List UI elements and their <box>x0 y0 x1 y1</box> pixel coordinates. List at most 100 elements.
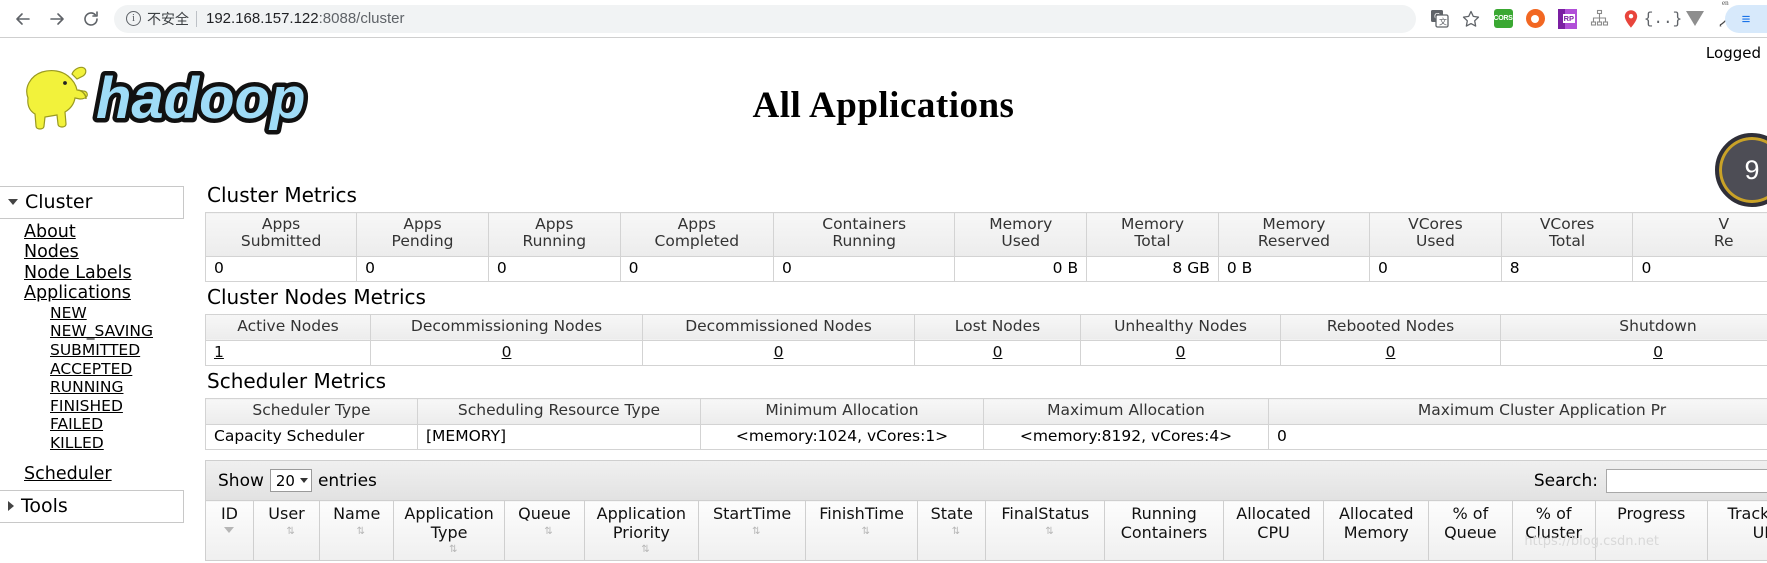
col-containers-running: Containers Running <box>772 212 956 257</box>
col-l1: VCores <box>1408 215 1463 233</box>
col-memory-total: Memory Total <box>1086 212 1219 257</box>
col-l2: Pending <box>391 232 454 251</box>
col-l1: Apps <box>677 215 716 233</box>
location-pin-extension-icon[interactable] <box>1616 4 1646 34</box>
sidebar-item-accepted[interactable]: ACCEPTED <box>50 360 184 379</box>
bookmark-star-icon[interactable] <box>1456 4 1486 34</box>
rp-extension-icon[interactable]: RP <box>1552 4 1582 34</box>
col-application-priority[interactable]: Application Priority ⇅ <box>583 500 699 562</box>
col-l2: Submitted <box>240 232 322 251</box>
v-extension-icon[interactable] <box>1680 4 1710 34</box>
scheduler-metrics-data-row: Capacity Scheduler [MEMORY] <memory:1024… <box>205 424 1767 451</box>
sidebar-item-new-saving[interactable]: NEW_SAVING <box>50 322 184 341</box>
val-apps-running: 0 <box>487 255 621 282</box>
sidebar-item-new[interactable]: NEW <box>50 304 184 323</box>
col-scheduler-type: Scheduler Type <box>205 398 418 426</box>
col-scheduling-resource-type: Scheduling Resource Type <box>417 398 701 426</box>
sidebar-item-killed[interactable]: KILLED <box>50 434 184 453</box>
cluster-metrics-table-wrap: Apps Submitted Apps Pending Apps Running Ap… <box>205 212 1767 282</box>
search-input[interactable] <box>1606 468 1767 493</box>
link-active-nodes[interactable]: 1 <box>214 343 224 361</box>
col-queue[interactable]: Queue ⇅ <box>503 500 585 562</box>
col-l1: V <box>1718 215 1730 233</box>
link-unhealthy-nodes[interactable]: 0 <box>1176 343 1186 361</box>
col-rebooted-nodes: Rebooted Nodes <box>1280 313 1501 342</box>
back-button[interactable] <box>6 2 40 36</box>
translate-icon[interactable]: G文 <box>1424 4 1454 34</box>
rp-badge-label: RP <box>1562 14 1575 23</box>
col-shutdown-nodes: Shutdown <box>1500 313 1767 342</box>
col-percent-of-queue[interactable]: % of Queue <box>1428 500 1513 562</box>
col-memory-used: Memory Used <box>954 212 1088 257</box>
col-l1: % of <box>1535 504 1572 524</box>
sidebar-item-nodes[interactable]: Nodes <box>24 242 184 262</box>
col-apps-completed: Apps Completed <box>619 212 774 257</box>
chevron-right-icon[interactable] <box>8 501 14 512</box>
link-decommissioning-nodes[interactable]: 0 <box>502 343 512 361</box>
insecure-label: 不安全 <box>147 10 189 27</box>
sitemap-extension-icon[interactable] <box>1584 4 1614 34</box>
col-decommissioning-nodes: Decommissioning Nodes <box>370 313 643 342</box>
col-tracking-ui[interactable]: TrackingUI <box>1706 500 1767 562</box>
col-maximum-allocation: Maximum Allocation <box>983 398 1269 426</box>
col-l2: Cluster <box>1525 522 1583 542</box>
sidebar-item-about[interactable]: About <box>24 222 184 242</box>
col-start-time[interactable]: StartTime ⇅ <box>697 500 807 562</box>
chevron-down-icon[interactable] <box>8 199 18 205</box>
val-apps-submitted: 0 <box>205 255 358 282</box>
val-memory-reserved: 0 B <box>1217 255 1371 282</box>
cluster-metrics-data-row: 0 0 0 0 0 0 B 8 GB 0 B 0 8 0 <box>205 255 1767 282</box>
val-memory-used: 0 B <box>954 255 1088 282</box>
sidebar-item-finished[interactable]: FINISHED <box>50 397 184 416</box>
sort-desc-icon[interactable] <box>224 526 235 533</box>
link-decommissioned-nodes[interactable]: 0 <box>774 343 784 361</box>
sidebar-links: About Nodes Node Labels Applications NEW… <box>0 219 184 490</box>
profile-button[interactable]: ≡ <box>1725 5 1767 33</box>
val-scheduler-type: Capacity Scheduler <box>205 424 418 451</box>
col-l1: Allocated <box>1338 504 1414 524</box>
url-port: :8088 <box>318 10 357 27</box>
link-lost-nodes[interactable]: 0 <box>993 343 1003 361</box>
sidebar-group-cluster[interactable]: Cluster <box>0 186 184 219</box>
address-bar[interactable]: i 不安全 192.168.157.122:8088/cluster <box>114 4 1416 33</box>
url-host: 192.168.157.122 <box>206 10 319 27</box>
json-formatter-extension-icon[interactable]: {..} <box>1644 4 1682 34</box>
col-l1: VCores <box>1539 215 1595 233</box>
col-label: StartTime <box>712 504 792 524</box>
sidebar-item-failed[interactable]: FAILED <box>50 415 184 434</box>
col-app-name[interactable]: Name ⇅ <box>319 500 395 562</box>
link-rebooted-nodes[interactable]: 0 <box>1386 343 1396 361</box>
col-unhealthy-nodes: Unhealthy Nodes <box>1080 313 1281 342</box>
col-final-status[interactable]: FinalStatus ⇅ <box>985 500 1106 562</box>
sidebar-item-node-labels[interactable]: Node Labels <box>24 263 184 283</box>
col-progress[interactable]: Progress <box>1594 500 1708 562</box>
col-app-id[interactable]: ID <box>205 500 254 562</box>
sidebar-item-running[interactable]: RUNNING <box>50 378 184 397</box>
sidebar-group-tools[interactable]: Tools <box>0 490 184 524</box>
col-percent-of-cluster[interactable]: % of Cluster <box>1511 500 1596 562</box>
col-finish-time[interactable]: FinishTime ⇅ <box>805 500 919 562</box>
col-allocated-cpu[interactable]: Allocated CPU <box>1222 500 1325 562</box>
link-shutdown-nodes[interactable]: 0 <box>1653 343 1663 361</box>
col-l2: UI <box>1752 522 1767 542</box>
sidebar-item-applications[interactable]: Applications <box>24 283 184 303</box>
col-running-containers[interactable]: Running Containers <box>1104 500 1224 562</box>
col-allocated-memory[interactable]: Allocated Memory <box>1323 500 1430 562</box>
forward-button[interactable] <box>40 2 74 36</box>
col-l2: CPU <box>1257 522 1290 542</box>
page-size-select[interactable]: 20 <box>269 469 312 493</box>
col-label: Progress <box>1617 504 1686 524</box>
col-app-user[interactable]: User ⇅ <box>252 500 321 562</box>
sidebar-item-submitted[interactable]: SUBMITTED <box>50 341 184 360</box>
col-state[interactable]: State ⇅ <box>917 500 987 562</box>
val-decommissioned-nodes-cell: 0 <box>642 340 915 367</box>
site-info-icon[interactable]: i <box>126 11 141 26</box>
cors-extension-icon[interactable]: CORS <box>1488 4 1518 34</box>
col-l1: Application <box>404 504 494 524</box>
col-application-type[interactable]: Application Type ⇅ <box>393 500 505 562</box>
sidebar-item-scheduler[interactable]: Scheduler <box>24 464 184 484</box>
reload-button[interactable] <box>74 2 108 36</box>
svg-text:文: 文 <box>1439 17 1447 27</box>
orange-circle-extension-icon[interactable] <box>1520 4 1550 34</box>
extension-tray: G文 CORS RP {..} en <box>1424 0 1761 34</box>
